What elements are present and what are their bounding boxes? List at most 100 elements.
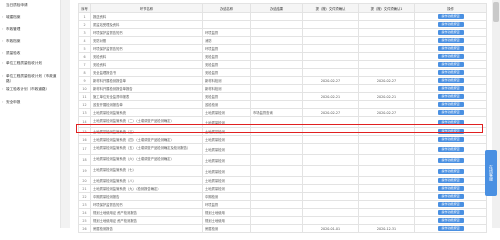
action-button[interactable]: 操作功能按钮: [437, 38, 464, 43]
action-button[interactable]: 操作功能按钮: [437, 210, 464, 215]
chevron-right-icon: ›: [2, 87, 4, 91]
process-name: 质监站受理及资料: [90, 20, 203, 29]
action-button[interactable]: 操作功能按钮: [437, 146, 464, 152]
handler-name: 环境监督: [202, 44, 251, 53]
customer-service-tab[interactable]: 在线客服: [485, 150, 497, 196]
date-end: 2020-02-27: [358, 108, 415, 117]
result-text: [250, 12, 303, 21]
row-number: 19: [78, 165, 91, 177]
result-text: [250, 100, 303, 109]
action-button[interactable]: 操作功能按钮: [437, 54, 464, 59]
date-start: [302, 68, 359, 77]
result-text: [250, 192, 303, 201]
action-cell: 操作功能按钮: [414, 20, 487, 29]
result-text: [250, 143, 303, 155]
sidebar-item-daily[interactable]: 当日质检申请: [0, 3, 60, 8]
sidebar-item-plan-road[interactable]: › 单位工程质量验收计划（市政道路）: [0, 74, 60, 83]
sidebar-item-safety[interactable]: › 安全申报: [0, 100, 60, 105]
process-name: 土地质量检测监管系统（四）（土壤调查产品检测确定）: [90, 135, 203, 144]
table-row: 14 土地质量检测监管系统（二）（土壤调查产品检测确定） 土地质量检测 操作功能按钮: [78, 116, 487, 128]
action-button[interactable]: 操作功能按钮: [437, 168, 464, 174]
action-cell: 操作功能按钮: [414, 36, 487, 45]
action-button[interactable]: 操作功能按钮: [437, 157, 464, 163]
date-start: [302, 100, 359, 109]
process-name: 规划土地使用证 资产检测报告: [90, 208, 203, 217]
handler-name: 土地质量检测: [202, 143, 251, 155]
handler-name: 巡检检测: [202, 100, 251, 109]
row-number: 26: [78, 224, 91, 233]
table-row: 15 土地质量检测监管系统（三） 土地质量检测 操作功能按钮: [78, 127, 487, 136]
handler-name: 规划土地使用: [202, 216, 251, 225]
date-end: 2020-02-21: [358, 92, 415, 101]
date-start: [302, 36, 359, 45]
action-button[interactable]: 操作功能按钮: [437, 202, 464, 207]
handler-name: 新材料检测: [202, 76, 251, 85]
sidebar-item-municipal[interactable]: › 市政管理: [0, 27, 60, 32]
result-text: [250, 208, 303, 217]
date-start: [302, 143, 359, 155]
handler-name: 安检监督: [202, 68, 251, 77]
action-button[interactable]: 操作功能按钮: [437, 30, 464, 35]
action-button[interactable]: 操作功能按钮: [437, 78, 464, 83]
action-button[interactable]: 操作功能按钮: [437, 70, 464, 75]
action-button[interactable]: 操作功能按钮: [437, 129, 464, 134]
sidebar-item-quality[interactable]: › 质量验收: [0, 51, 60, 56]
sidebar-item-label: 单位工程质量验收计划（市政道路）: [6, 74, 57, 83]
sidebar-item-archive[interactable]: › 城建档案: [0, 15, 60, 20]
handler-name: 土地质量检测: [202, 127, 251, 136]
date-end: [358, 60, 415, 69]
table-row: 7 安检资料 安检监督 操作功能按钮: [78, 60, 487, 69]
action-button[interactable]: 操作功能按钮: [437, 86, 464, 91]
action-cell: 操作功能按钮: [414, 76, 487, 85]
date-end: [358, 68, 415, 77]
result-text: [250, 154, 303, 166]
action-button[interactable]: 操作功能按钮: [437, 94, 464, 99]
col-header: 操作: [414, 3, 487, 13]
action-cell: 操作功能按钮: [414, 154, 487, 166]
date-end: [358, 84, 415, 93]
process-name: 环境保护监督告知书: [90, 200, 203, 209]
action-cell: 操作功能按钮: [414, 60, 487, 69]
table-row: 3 环境保护监督告知书 环境监督 操作功能按钮: [78, 28, 487, 37]
action-button[interactable]: 操作功能按钮: [437, 14, 464, 19]
sidebar-item-completion-road[interactable]: › 竣工验收计划（市政道路）: [0, 87, 60, 92]
action-button[interactable]: 操作功能按钮: [437, 218, 464, 223]
action-button[interactable]: 操作功能按钮: [437, 226, 464, 231]
handler-name: 新材料检测: [202, 84, 251, 93]
process-name: 巡查开展检测报告单: [90, 100, 203, 109]
action-button[interactable]: 操作功能按钮: [437, 102, 464, 107]
action-button[interactable]: 操作功能按钮: [437, 194, 464, 199]
process-name: 中期质量检测报告: [90, 192, 203, 201]
main-panel: 序号 环节名称 办结名称 办结结果 提（撤）文件须确认 提（撤）文件须确认1 操…: [70, 0, 491, 233]
process-name: 土地质量检测监管系统（七）: [90, 165, 203, 177]
date-end: [358, 28, 415, 37]
action-button[interactable]: 操作功能按钮: [437, 137, 464, 142]
date-end: [358, 52, 415, 61]
action-cell: 操作功能按钮: [414, 165, 487, 177]
table-row: 9 新材料开展检测报告单 新材料检测 2020-02-27 2020-02-27 操作功能…: [78, 76, 487, 85]
sidebar-item-label: 单位工程质量验收计划: [6, 61, 42, 65]
sidebar-item-plan[interactable]: › 单位工程质量验收计划: [0, 61, 60, 66]
action-button[interactable]: 操作功能按钮: [437, 22, 464, 27]
scrollbar-thumb[interactable]: [493, 2, 499, 22]
action-button[interactable]: 操作功能按钮: [437, 186, 464, 191]
date-end: 2020-02-27: [358, 76, 415, 85]
action-button[interactable]: 操作功能按钮: [437, 119, 464, 125]
action-button[interactable]: 操作功能按钮: [437, 178, 464, 183]
row-number: 17: [78, 143, 91, 155]
table-row: 24 规划土地使用证 资产检测报告 规划土地使用 操作功能按钮: [78, 208, 487, 217]
handler-name: 房屋检测: [202, 224, 251, 233]
table-row: 1 报送资料 操作功能按钮: [78, 12, 487, 21]
row-number: 7: [78, 60, 91, 69]
sidebar-item-municipal-archive[interactable]: › 市政档案: [0, 39, 60, 44]
action-button[interactable]: 操作功能按钮: [437, 110, 464, 115]
col-header: 提（撤）文件须确认: [302, 3, 359, 13]
chevron-right-icon: ›: [2, 39, 4, 43]
action-button[interactable]: 操作功能按钮: [437, 46, 464, 51]
sidebar-item-label: 当日质检申请: [6, 3, 28, 7]
action-cell: 操作功能按钮: [414, 135, 487, 144]
date-end: [358, 184, 415, 193]
date-end: [358, 20, 415, 29]
chevron-right-icon: ›: [2, 51, 4, 55]
action-button[interactable]: 操作功能按钮: [437, 62, 464, 67]
